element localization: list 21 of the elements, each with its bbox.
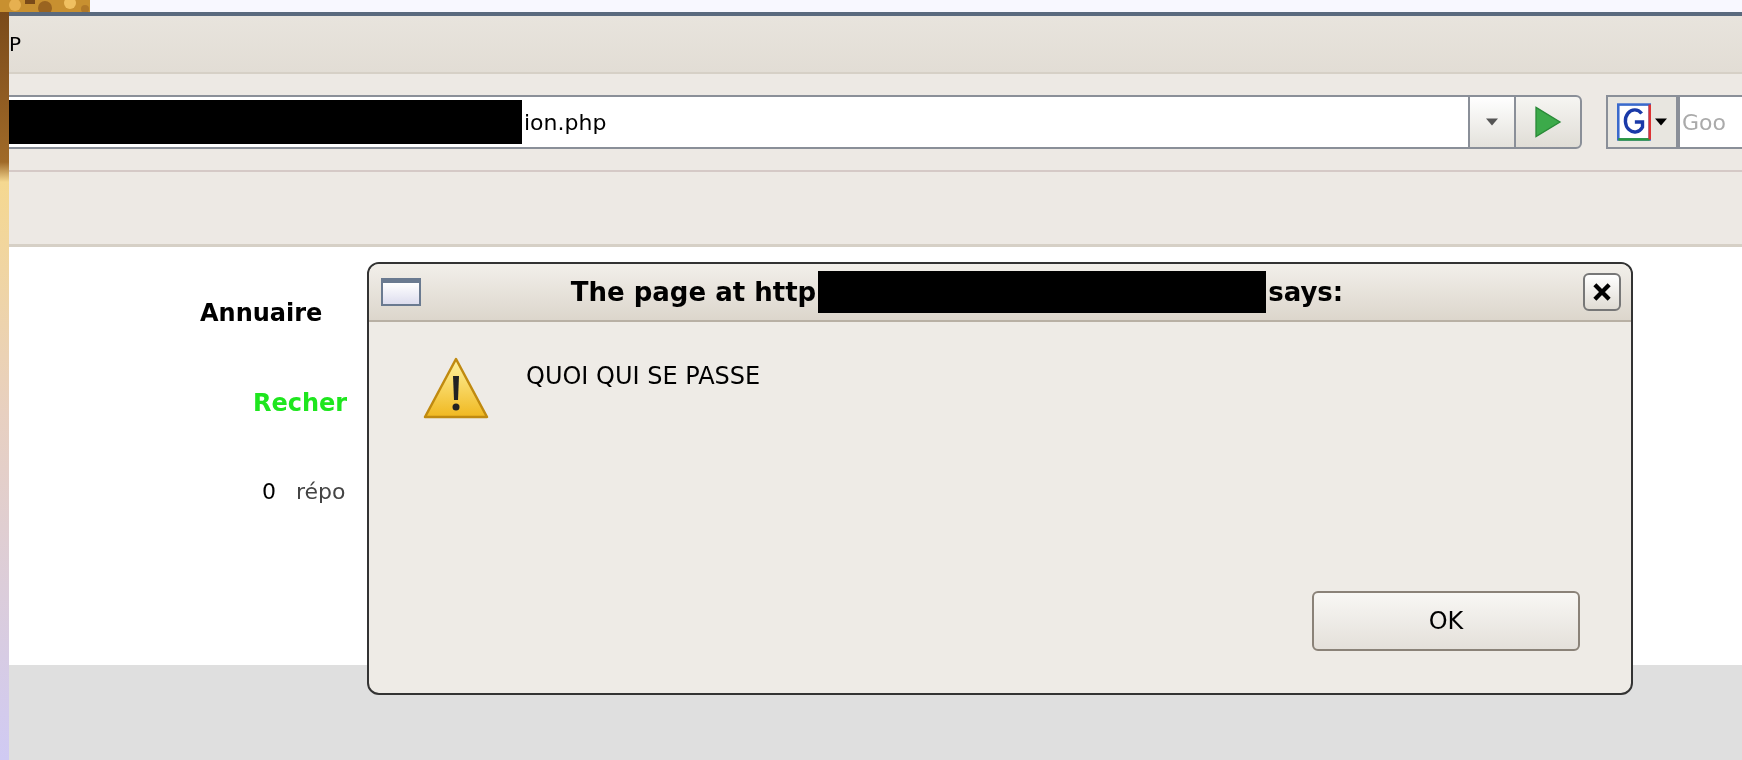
page-heading: Annuaire bbox=[200, 299, 323, 327]
ok-button[interactable]: OK bbox=[1312, 591, 1580, 651]
section-heading: Recher bbox=[253, 389, 348, 417]
letter-g-icon bbox=[1617, 103, 1651, 141]
result-label: répo bbox=[296, 479, 346, 504]
dialog-title: says: bbox=[1268, 277, 1344, 307]
play-arrow-icon bbox=[1534, 106, 1562, 138]
close-icon bbox=[1592, 282, 1612, 302]
caret-icon bbox=[1655, 118, 1667, 126]
caret-icon bbox=[1486, 118, 1498, 126]
close-button[interactable] bbox=[1583, 273, 1621, 311]
result-count: 0 bbox=[262, 479, 276, 504]
dialog-title: The page at http bbox=[570, 277, 817, 307]
go-button[interactable] bbox=[1514, 95, 1582, 149]
dialog-message: QUOI QUI SE PASSE bbox=[526, 362, 761, 390]
menu-item[interactable]: P bbox=[9, 32, 22, 56]
dropdown-button[interactable] bbox=[1468, 95, 1514, 149]
search-engine-button[interactable] bbox=[1606, 95, 1678, 149]
address-field[interactable]: ion.php bbox=[9, 95, 1468, 149]
window-icon bbox=[381, 278, 421, 306]
warning-icon bbox=[422, 356, 490, 420]
